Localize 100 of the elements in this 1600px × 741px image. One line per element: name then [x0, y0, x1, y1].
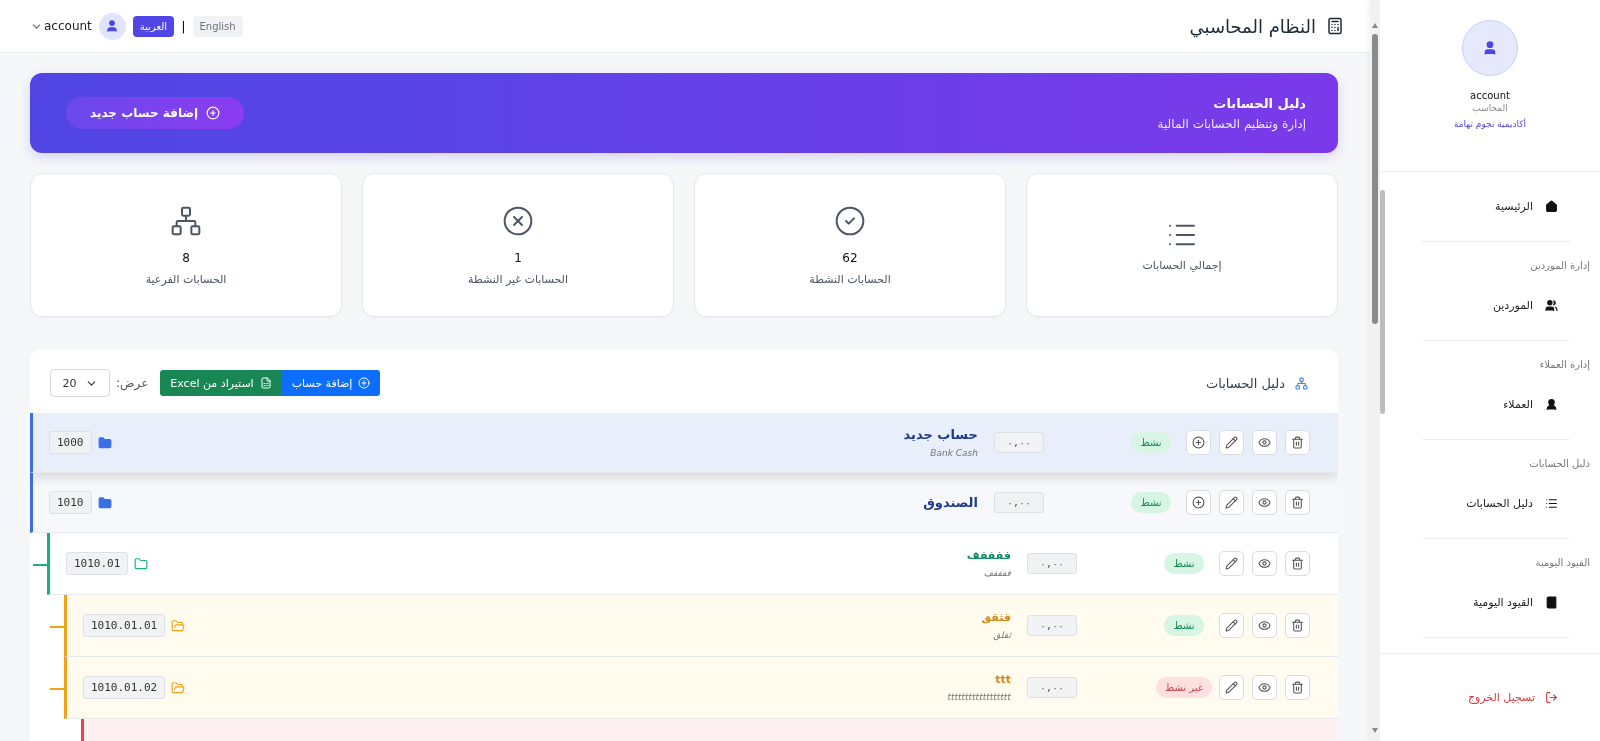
status-badge: نشط [1164, 553, 1204, 574]
trash-icon [1291, 619, 1304, 632]
status-badge: نشط [1131, 492, 1171, 513]
menu-item[interactable]: الموردين [1422, 271, 1570, 340]
balance-value: ٠,٠٠ [1026, 553, 1077, 574]
add-button[interactable]: إضافة حساب [281, 370, 381, 396]
home-icon [1545, 200, 1558, 213]
account-code: 1010.01 [66, 552, 129, 575]
trash-icon [1291, 496, 1304, 509]
edit-button[interactable] [1219, 430, 1244, 455]
user-menu[interactable]: account [30, 19, 92, 33]
account-subtitle: ففففف [982, 568, 1011, 578]
language-tab[interactable]: العربية [132, 15, 175, 37]
pencil-icon [1225, 436, 1238, 449]
account-name: ففففف [966, 549, 1011, 562]
delete-button[interactable] [1285, 675, 1310, 700]
view-button[interactable] [1252, 430, 1277, 455]
edit-button[interactable] [1219, 675, 1244, 700]
page-size-select[interactable]: 20 [50, 369, 110, 397]
folder-icon [171, 680, 186, 695]
users-icon [1545, 299, 1558, 312]
eye-icon [1258, 619, 1271, 632]
user-icon [1545, 398, 1558, 411]
banner-title: دليل الحسابات [1212, 95, 1306, 111]
banner-subtitle: إدارة وتنظيم الحسابات المالية [1157, 116, 1306, 131]
menu-item[interactable]: دليل الحسابات [1422, 469, 1570, 538]
balance-value: ٠,٠٠ [1026, 677, 1077, 698]
logout-button[interactable]: تسجيل الخروج [1467, 691, 1558, 704]
account-code: 1010.01.02 [83, 676, 166, 699]
view-button[interactable] [1252, 613, 1277, 638]
import-button[interactable]: استيراد من Excel [160, 370, 282, 396]
delete-button[interactable] [1285, 430, 1310, 455]
menu-section-title: إدارة الموردين [1529, 259, 1590, 271]
add-child-button[interactable] [1186, 490, 1211, 515]
pencil-icon [1225, 557, 1238, 570]
book-icon [1545, 596, 1558, 609]
add-account-button[interactable]: إضافة حساب جديد [66, 97, 245, 129]
account-name: الصندوق [923, 495, 978, 510]
view-button[interactable] [1252, 490, 1277, 515]
balance-value: ٠,٠٠ [993, 432, 1044, 453]
stat-label: إجمالي الحسابات [1142, 258, 1222, 272]
account-subtitle: Bank Cash [929, 448, 978, 458]
eye-icon [1258, 496, 1271, 509]
spreadsheet-icon [259, 377, 272, 389]
profile-organization: أكاديمية نجوم تهامة [1453, 119, 1527, 129]
menu-item[interactable]: القيود اليومية [1422, 568, 1570, 637]
stat-label: الحسابات غير النشطة [468, 272, 569, 286]
language-tab[interactable]: English [192, 15, 243, 37]
account-subtitle: ثقلق [992, 630, 1011, 640]
eye-icon [1258, 681, 1271, 694]
delete-button[interactable] [1285, 490, 1310, 515]
folder-icon [97, 435, 112, 450]
profile-name: account [1470, 90, 1510, 101]
menu-section-title: القيود اليومية [1534, 556, 1590, 568]
page-size-label: عرض: [116, 376, 149, 390]
status-badge: نشط [1164, 615, 1204, 636]
trash-icon [1291, 436, 1304, 449]
balance-value: ٠,٠٠ [1026, 615, 1077, 636]
edit-button[interactable] [1219, 490, 1244, 515]
edit-button[interactable] [1219, 551, 1244, 576]
scrollbar[interactable] [1380, 190, 1385, 414]
trash-icon [1291, 557, 1304, 570]
menu-section-title: إدارة العملاء [1538, 358, 1590, 370]
hierarchy-icon [1295, 376, 1308, 390]
stat-label: الحسابات الفرعية [145, 272, 227, 286]
account-subtitle: tttttttttttttttttt [947, 692, 1011, 702]
pencil-icon [1225, 681, 1238, 694]
view-button[interactable] [1252, 675, 1277, 700]
account-code: 1010.01.01 [83, 614, 166, 637]
stat-value: 62 [842, 250, 858, 265]
add-child-button[interactable] [1186, 430, 1211, 455]
folder-icon [171, 618, 186, 633]
calculator-icon [1326, 17, 1344, 35]
plus-icon [1192, 496, 1205, 509]
pencil-icon [1225, 619, 1238, 632]
menu-item[interactable]: الرئيسية [1422, 172, 1570, 241]
avatar-icon [98, 12, 126, 40]
delete-button[interactable] [1285, 613, 1310, 638]
menu-section-title: دليل الحسابات [1528, 457, 1590, 469]
scrollbar[interactable] [1370, 0, 1380, 741]
menu-item[interactable]: العملاء [1422, 370, 1570, 439]
trash-icon [1291, 681, 1304, 694]
pencil-icon [1225, 496, 1238, 509]
folder-icon [134, 556, 149, 571]
status-badge: غير نشط [1155, 677, 1213, 698]
stat-icon [170, 204, 202, 237]
balance-value: ٠,٠٠ [993, 492, 1044, 513]
delete-button[interactable] [1285, 551, 1310, 576]
profile-role: المحاسب [1472, 103, 1508, 113]
account-name: ttt [994, 673, 1011, 686]
stat-icon [834, 204, 866, 237]
view-button[interactable] [1252, 551, 1277, 576]
plus-icon [1192, 436, 1205, 449]
plus-icon [206, 106, 221, 120]
stat-label: الحسابات النشطة [809, 272, 891, 286]
stat-value: 8 [182, 250, 190, 265]
folder-icon [97, 495, 112, 510]
edit-button[interactable] [1219, 613, 1244, 638]
plus-icon [358, 377, 371, 389]
account-code: 1010 [49, 491, 92, 514]
